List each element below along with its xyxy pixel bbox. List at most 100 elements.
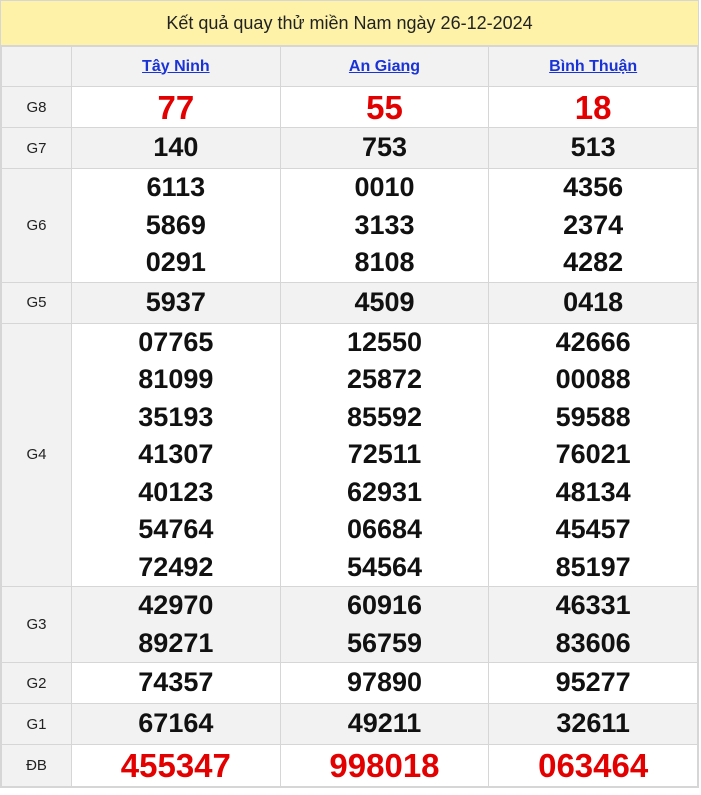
prize-label: G3 <box>1 586 72 663</box>
prize-number: 8108 <box>354 247 415 277</box>
prize-number: 998018 <box>329 747 440 784</box>
prize-cell: 74357 <box>71 662 281 704</box>
prize-number: 18 <box>574 88 612 126</box>
prize-number: 0010 <box>354 172 415 202</box>
prize-number: 4282 <box>563 247 624 277</box>
province-link-an-giang[interactable]: An Giang <box>349 58 420 75</box>
prize-number: 72492 <box>138 551 214 582</box>
prize-cell: 455347 <box>71 744 281 787</box>
prize-row-g7: G7 140 753 513 <box>1 127 698 169</box>
prize-cell: 32611 <box>488 703 698 745</box>
prize-number: 5937 <box>145 286 206 317</box>
prize-number: 85592 <box>346 401 423 432</box>
prize-number: 41307 <box>138 439 214 469</box>
prize-number: 0291 <box>145 247 206 277</box>
province-header-row: Tây Ninh An Giang Bình Thuận <box>1 46 698 87</box>
prize-label: G6 <box>1 168 72 283</box>
prize-number: 140 <box>153 132 199 163</box>
prize-number: 35193 <box>138 401 214 432</box>
prize-number: 48134 <box>555 476 631 507</box>
prize-number: 45457 <box>555 514 631 544</box>
prize-number: 74357 <box>138 667 214 698</box>
prize-number: 0418 <box>563 286 624 317</box>
prize-number: 3133 <box>354 209 415 240</box>
prize-row-g5: G5 5937 4509 0418 <box>1 281 698 324</box>
prize-number: 063464 <box>538 747 649 784</box>
prize-row-g8: G8 77 55 18 <box>1 86 698 128</box>
prize-number: 54764 <box>138 514 214 544</box>
prize-cell: 46331 83606 <box>488 586 698 663</box>
prize-number: 25872 <box>346 364 423 394</box>
prize-number: 513 <box>570 132 616 163</box>
prize-number: 55 <box>366 88 403 126</box>
prize-cell: 4509 <box>279 281 490 324</box>
prize-number: 62931 <box>346 476 423 507</box>
prize-number: 00088 <box>555 364 631 394</box>
prize-number: 42666 <box>555 326 631 357</box>
prize-row-db: ĐB 455347 998018 063464 <box>1 744 698 787</box>
province-header: An Giang <box>279 46 490 87</box>
results-body: G8 77 55 18 G7 140 753 513 G6 6113 5869 0291 0010 313… <box>1 86 698 787</box>
prize-label: G4 <box>1 322 72 587</box>
results-table: Tây Ninh An Giang Bình Thuận G8 77 55 18 G7 1… <box>1 46 698 787</box>
prize-number: 49211 <box>347 708 422 739</box>
prize-cell: 6113 5869 0291 <box>71 168 281 283</box>
prize-number: 81099 <box>138 364 214 394</box>
prize-cell: 0010 3133 8108 <box>279 168 490 283</box>
prize-row-g6: G6 6113 5869 0291 0010 3133 8108 4356 2374 4282 <box>1 168 698 283</box>
prize-number: 85197 <box>555 551 631 582</box>
prize-number: 455347 <box>120 747 231 784</box>
prize-label: ĐB <box>1 744 72 787</box>
prize-cell: 77 <box>71 86 281 128</box>
prize-cell: 42666 00088 59588 76021 48134 45457 85197 <box>488 322 698 587</box>
header-corner <box>1 46 72 87</box>
prize-row-g1: G1 67164 49211 32611 <box>1 703 698 745</box>
prize-number: 97890 <box>346 667 423 698</box>
province-link-tay-ninh[interactable]: Tây Ninh <box>142 58 210 75</box>
prize-cell: 5937 <box>71 281 281 324</box>
prize-number: 95277 <box>555 667 631 698</box>
prize-cell: 140 <box>71 127 281 169</box>
prize-number: 60916 <box>346 590 423 620</box>
prize-label: G8 <box>1 86 72 128</box>
prize-number: 77 <box>157 88 195 126</box>
prize-cell: 4356 2374 4282 <box>488 168 698 283</box>
prize-label: G1 <box>1 703 72 745</box>
prize-number: 67164 <box>138 708 214 739</box>
province-header: Tây Ninh <box>71 46 281 87</box>
prize-number: 89271 <box>138 627 214 658</box>
prize-cell: 07765 81099 35193 41307 40123 54764 72492 <box>71 322 281 587</box>
prize-number: 4509 <box>354 286 415 317</box>
prize-cell: 18 <box>488 86 698 128</box>
prize-number: 40123 <box>138 476 214 507</box>
prize-row-g3: G3 42970 89271 60916 56759 46331 83606 <box>1 586 698 663</box>
prize-cell: 60916 56759 <box>279 586 490 663</box>
results-container: Kết quả quay thử miền Nam ngày 26-12-202… <box>0 0 699 788</box>
prize-number: 59588 <box>555 401 631 432</box>
prize-row-g2: G2 74357 97890 95277 <box>1 662 698 704</box>
prize-cell: 0418 <box>488 281 698 324</box>
page-title: Kết quả quay thử miền Nam ngày 26-12-202… <box>1 1 698 46</box>
prize-number: 32611 <box>556 708 630 739</box>
prize-number: 12550 <box>346 326 423 357</box>
prize-number: 2374 <box>563 209 624 240</box>
prize-cell: 97890 <box>279 662 490 704</box>
province-link-binh-thuan[interactable]: Bình Thuận <box>549 58 637 75</box>
prize-cell: 12550 25872 85592 72511 62931 06684 54564 <box>279 322 490 587</box>
prize-cell: 42970 89271 <box>71 586 281 663</box>
prize-label: G7 <box>1 127 72 169</box>
prize-number: 6113 <box>146 172 206 202</box>
prize-number: 5869 <box>145 209 206 240</box>
prize-row-g4: G4 07765 81099 35193 41307 40123 54764 72492 125… <box>1 322 698 587</box>
prize-number: 46331 <box>555 590 631 620</box>
prize-cell: 67164 <box>71 703 281 745</box>
prize-number: 54564 <box>346 551 423 582</box>
prize-label: G2 <box>1 662 72 704</box>
prize-number: 753 <box>361 132 408 163</box>
prize-number: 72511 <box>347 439 422 469</box>
prize-number: 83606 <box>555 627 631 658</box>
prize-label: G5 <box>1 281 72 324</box>
prize-number: 07765 <box>138 326 214 357</box>
prize-cell: 753 <box>279 127 490 169</box>
prize-number: 4356 <box>563 172 624 202</box>
